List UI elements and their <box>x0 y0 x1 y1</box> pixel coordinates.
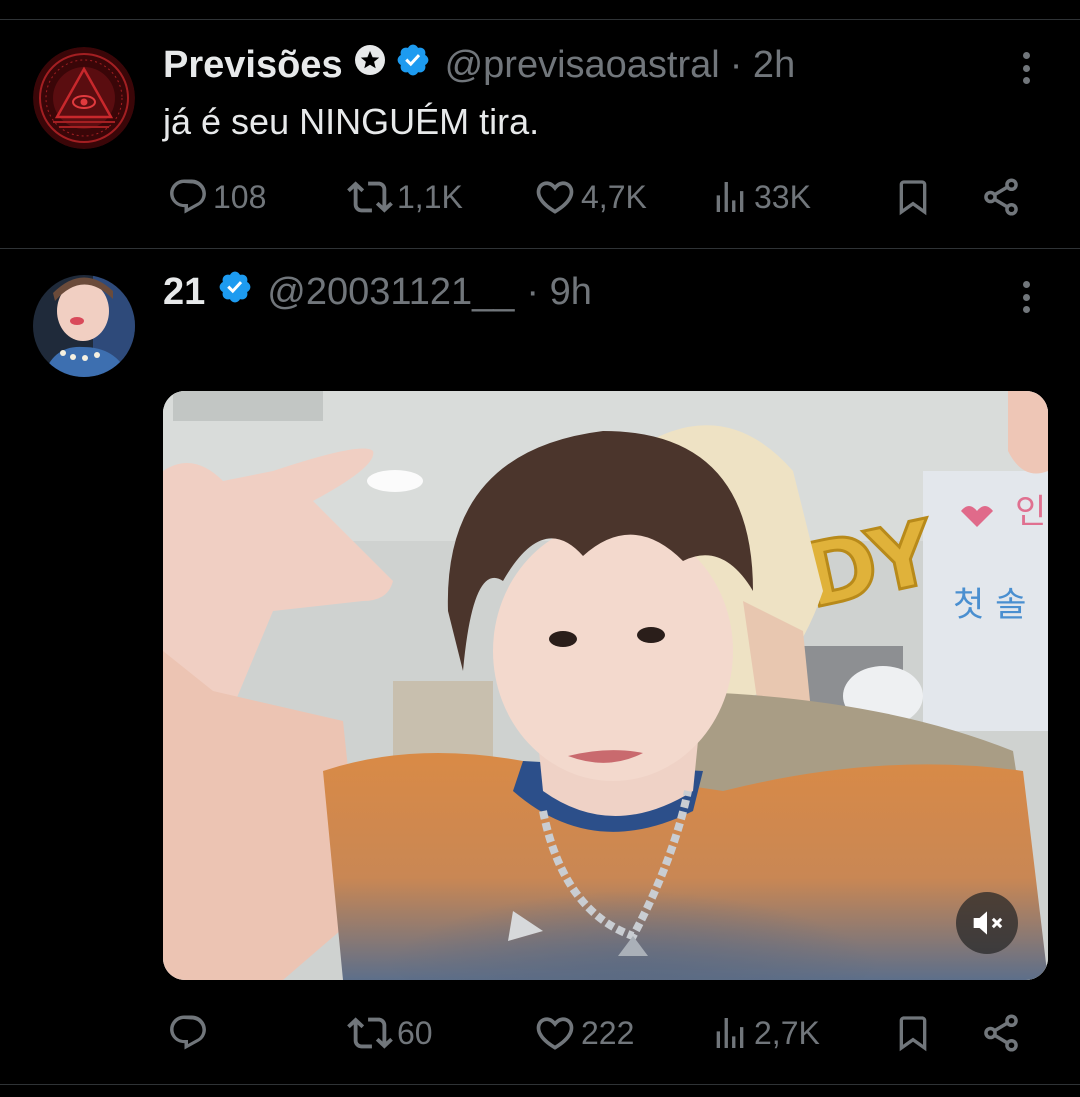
bottom-divider <box>0 1084 1080 1085</box>
author-handle[interactable]: @previsaoastral <box>445 44 720 87</box>
share-icon <box>984 178 1018 216</box>
views-count: 33K <box>754 178 811 215</box>
tweet-time[interactable]: · 2h <box>730 44 795 87</box>
repost-count: 60 <box>397 1014 433 1051</box>
views-icon <box>716 182 744 212</box>
like-button[interactable]: 222 <box>533 1008 634 1058</box>
bookmark-button[interactable] <box>893 1008 933 1058</box>
like-count: 4,7K <box>581 178 647 215</box>
share-button[interactable] <box>980 1008 1022 1058</box>
sign-text-2: 첫 솔 <box>953 585 1026 625</box>
profile-photo <box>33 275 135 377</box>
views-button[interactable]: 2,7K <box>710 1008 820 1058</box>
repost-button[interactable]: 60 <box>347 1008 433 1058</box>
like-count: 222 <box>581 1014 635 1051</box>
tweet-video[interactable]: 인 첫 솔 DY <box>163 391 1048 980</box>
heart-icon <box>536 1017 574 1050</box>
tweet-previsoes[interactable]: Previsões @previsaoastral · 2h já é seu … <box>0 0 1080 248</box>
illuminati-logo <box>33 47 135 149</box>
bookmark-icon <box>899 180 927 216</box>
tweet-time[interactable]: · 9h <box>526 271 591 314</box>
tweet-text: já é seu NINGUÉM tira. <box>163 101 540 142</box>
verified-badge-icon[interactable] <box>395 42 431 88</box>
share-button[interactable] <box>980 172 1022 222</box>
video-frame: 인 첫 솔 DY <box>163 391 1048 980</box>
views-button[interactable]: 33K <box>710 172 811 222</box>
like-button[interactable]: 4,7K <box>533 172 647 222</box>
star-badge-icon[interactable] <box>353 43 387 87</box>
repost-icon <box>347 1017 393 1049</box>
tweet-header: Previsões @previsaoastral · 2h <box>163 42 795 88</box>
heart-icon <box>536 181 574 214</box>
reply-button[interactable]: 108 <box>167 172 266 222</box>
author-name[interactable]: Previsões <box>163 44 343 87</box>
mute-icon <box>973 911 1003 935</box>
bookmark-icon <box>899 1016 927 1052</box>
verified-badge-icon[interactable] <box>217 269 253 315</box>
more-icon[interactable] <box>1012 277 1040 317</box>
more-icon[interactable] <box>1012 48 1040 88</box>
reply-button[interactable] <box>167 1008 213 1058</box>
mute-button[interactable] <box>956 892 1018 954</box>
repost-count: 1,1K <box>397 178 463 215</box>
timeline-feed: Previsões @previsaoastral · 2h já é seu … <box>0 0 1080 1097</box>
share-icon <box>984 1014 1018 1052</box>
tweet-header: 21 @20031121__ · 9h <box>163 269 592 315</box>
sign-text-1: 인 <box>1015 492 1046 532</box>
tweet-actions: 108 1,1K 4,7K 33K <box>0 172 1080 222</box>
tweet-actions: 60 222 2,7K <box>0 1008 1080 1058</box>
views-count: 2,7K <box>754 1014 820 1051</box>
views-icon <box>716 1018 744 1048</box>
reply-icon <box>170 179 206 214</box>
avatar[interactable] <box>33 47 135 149</box>
author-handle[interactable]: @20031121__ <box>267 271 514 314</box>
repost-icon <box>347 181 393 213</box>
repost-button[interactable]: 1,1K <box>347 172 463 222</box>
reply-count: 108 <box>213 178 267 215</box>
avatar[interactable] <box>33 275 135 377</box>
reply-icon <box>170 1015 206 1050</box>
author-name[interactable]: 21 <box>163 271 205 314</box>
bookmark-button[interactable] <box>893 172 933 222</box>
